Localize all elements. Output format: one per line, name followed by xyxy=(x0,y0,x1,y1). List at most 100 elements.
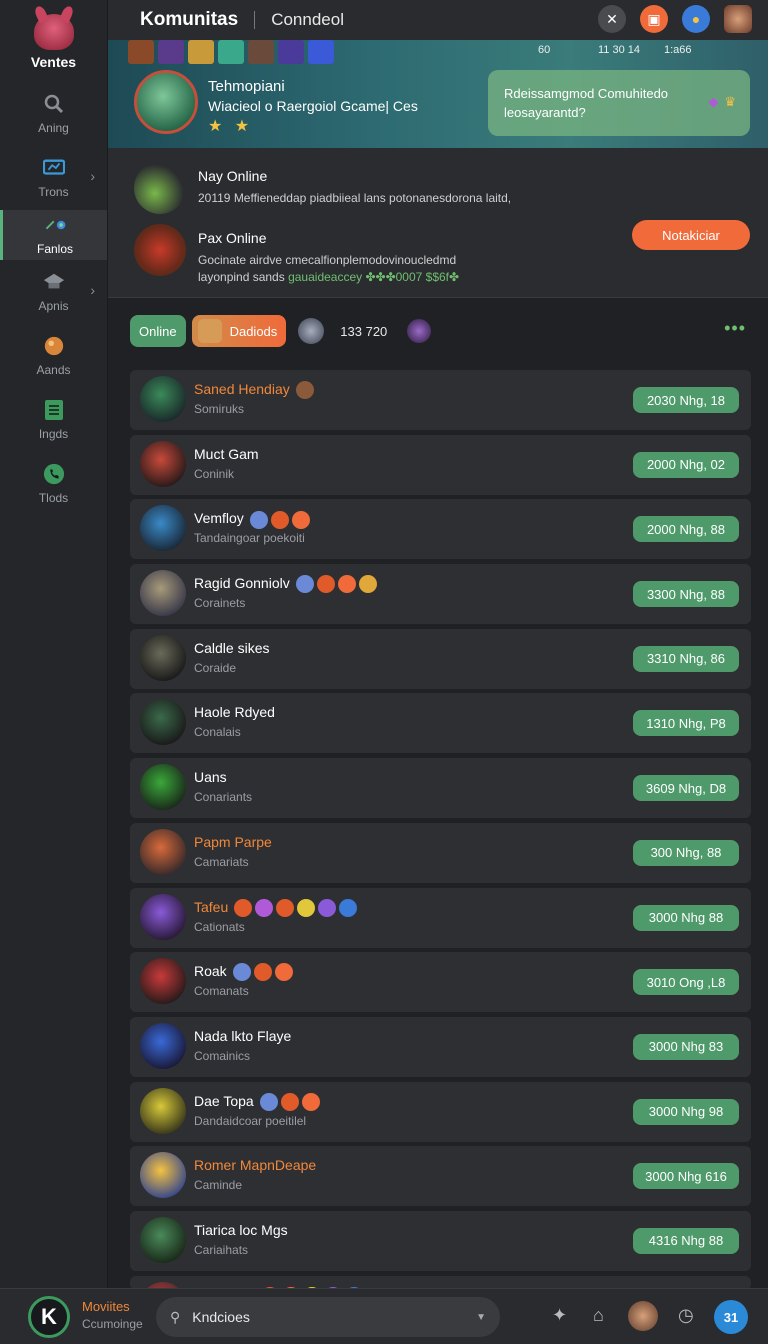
home-icon[interactable]: ⌂ xyxy=(593,1305,604,1326)
profile-avatar[interactable] xyxy=(724,5,752,33)
member-value-pill[interactable]: 2000 Nhg, 02 xyxy=(633,451,739,478)
member-row[interactable]: Saned Hendiay Somiruks 2030 Nhg, 18 xyxy=(130,370,751,430)
member-row[interactable]: Nada lkto Flaye Comainics 3000 Nhg 83 xyxy=(130,1016,751,1077)
close-button[interactable]: ✕ xyxy=(598,5,626,33)
member-avatar[interactable] xyxy=(140,699,186,746)
info-row-2: Pax Online Gocinate airdve cmecalfionple… xyxy=(134,224,459,286)
member-value-pill[interactable]: 2000 Nhg, 88 xyxy=(633,516,739,543)
member-value-pill[interactable]: 3000 Nhg 98 xyxy=(633,1098,739,1125)
item-icon[interactable] xyxy=(218,40,244,64)
member-name-text: Romer MapnDeape xyxy=(194,1157,317,1174)
timer-icon[interactable]: ◷ xyxy=(678,1305,694,1326)
sidebar-item-aning[interactable]: Aning xyxy=(0,82,107,146)
member-row[interactable]: Roak Comanats 3010 Ong ,L8 xyxy=(130,952,751,1013)
item-icon[interactable] xyxy=(188,40,214,64)
member-row[interactable]: Tafeu Cationats 3000 Nhg 88 xyxy=(130,887,751,948)
user-avatar[interactable] xyxy=(628,1301,658,1331)
member-subtitle: Tandaingoar poekoiti xyxy=(194,531,305,546)
profile-avatar-large[interactable] xyxy=(134,70,198,134)
member-row[interactable]: Tiarica loc Mgs Cariaihats 4316 Nhg 88 xyxy=(130,1210,751,1271)
notifications-button[interactable]: ● xyxy=(682,5,710,33)
sword-icon xyxy=(44,214,66,236)
member-row[interactable]: Romer MapnDeape Caminde 3000 Nhg 616 xyxy=(130,1146,751,1207)
member-badges xyxy=(259,1092,320,1111)
search-field[interactable]: ⚲ Kndcioes ▼ xyxy=(156,1297,500,1337)
member-row[interactable]: Ragid Gonniolv Corainets 3300 Nhg, 88 xyxy=(130,564,751,625)
member-value-pill[interactable]: 4316 Nhg 88 xyxy=(633,1227,739,1254)
member-name-text: Uans xyxy=(194,769,227,786)
member-avatar[interactable] xyxy=(140,570,186,617)
sidebar-item-tlods[interactable]: Tlods xyxy=(0,452,107,516)
filter-online[interactable]: Online xyxy=(130,315,186,347)
member-subtitle: Coninik xyxy=(194,466,235,481)
filter-active[interactable]: Dadiods xyxy=(191,315,287,347)
member-value-pill[interactable]: 3000 Nhg 616 xyxy=(633,1163,739,1190)
member-avatar[interactable] xyxy=(140,958,186,1005)
more-options-icon[interactable]: ••• xyxy=(724,318,746,339)
member-value-pill[interactable]: 3010 Ong ,L8 xyxy=(633,969,739,996)
member-avatar[interactable] xyxy=(140,1152,186,1199)
sidebar-item-aands[interactable]: Aands xyxy=(0,324,107,388)
member-row[interactable]: Muct Gam Coninik 2000 Nhg, 02 xyxy=(130,434,751,495)
member-name-text: Roak xyxy=(194,963,227,980)
notify-button[interactable]: Notakiciar xyxy=(632,220,750,250)
sidebar-item-label: Trons xyxy=(38,185,69,199)
item-icon[interactable] xyxy=(278,40,304,64)
chevron-right-icon: › xyxy=(90,282,95,298)
member-name: Saned Hendiay xyxy=(194,381,314,400)
item-icon[interactable] xyxy=(248,40,274,64)
member-avatar[interactable] xyxy=(140,828,186,875)
member-value-pill[interactable]: 3310 Nhg, 86 xyxy=(633,645,739,672)
bubble-icons: ◆ ♛ xyxy=(708,92,736,111)
member-value-pill[interactable]: 300 Nhg, 88 xyxy=(633,839,739,866)
item-icon[interactable] xyxy=(308,40,334,64)
member-avatar[interactable] xyxy=(140,634,186,681)
badge-icon xyxy=(276,898,295,917)
member-value-pill[interactable]: 2030 Nhg, 18 xyxy=(633,387,739,413)
sidebar-item-trons[interactable]: Trons › xyxy=(0,146,107,210)
sidebar-item-apnis[interactable]: Apnis › xyxy=(0,260,107,324)
member-avatar[interactable] xyxy=(140,893,186,940)
info-text-2a: Gocinate airdve cmecalfionplemodovinoucl… xyxy=(198,253,457,267)
member-value-pill[interactable]: 3000 Nhg 83 xyxy=(633,1033,739,1060)
controller-button[interactable]: ▣ xyxy=(640,5,668,33)
member-row[interactable]: Papm Parpe Camariats 300 Nhg, 88 xyxy=(130,822,751,883)
sidebar-item-fanlos[interactable]: Fanlos xyxy=(0,210,107,260)
member-value-pill[interactable]: 3300 Nhg, 88 xyxy=(633,581,739,608)
mask-logo-icon xyxy=(33,14,74,50)
filter-user-avatar[interactable] xyxy=(298,318,325,344)
badge-icon xyxy=(291,510,310,529)
member-avatar[interactable] xyxy=(140,764,186,811)
member-row[interactable]: Dae Topa Dandaidcoar poeitilel 3000 Nhg … xyxy=(130,1081,751,1142)
orb-icon[interactable] xyxy=(407,319,432,343)
member-row[interactable]: Caldle sikes Coraide 3310 Nhg, 86 xyxy=(130,628,751,689)
member-avatar[interactable] xyxy=(140,1022,186,1069)
top-bar: Komunitas Conndeol ✕ ▣ ● xyxy=(108,0,768,40)
filter-bar: Online Dadiods 133 720 ••• xyxy=(108,298,768,364)
member-row[interactable]: Uans Conariants 3609 Nhg, D8 xyxy=(130,758,751,819)
brand-logo[interactable]: Ventes xyxy=(0,0,107,82)
chevron-down-icon[interactable]: ▼ xyxy=(476,1312,486,1323)
member-avatar[interactable] xyxy=(140,440,186,487)
sparkle-icon[interactable]: ✦ xyxy=(552,1305,567,1326)
k-logo[interactable]: K xyxy=(28,1296,70,1338)
item-icon[interactable] xyxy=(158,40,184,64)
notification-count-badge[interactable]: 31 xyxy=(714,1300,748,1334)
member-row[interactable]: Haole Rdyed Conalais 1310 Nhg, P8 xyxy=(130,693,751,754)
member-avatar[interactable] xyxy=(140,1087,186,1134)
member-value-pill[interactable]: 3609 Nhg, D8 xyxy=(633,775,739,802)
message-bubble[interactable]: Rdeissamgmod Comuhitedo leosayarantd? ◆ … xyxy=(488,70,750,136)
item-icon[interactable] xyxy=(128,40,154,64)
info-section: Nay Online 20119 Meffieneddap piadbiieal… xyxy=(108,148,768,298)
member-avatar[interactable] xyxy=(140,505,186,552)
member-row[interactable]: Vemfloy Tandaingoar poekoiti 2000 Nhg, 8… xyxy=(130,499,751,560)
sidebar-item-ingds[interactable]: Ingds xyxy=(0,388,107,452)
filter-avatar-icon xyxy=(197,319,222,343)
badge-icon xyxy=(295,575,314,594)
member-name: Nada lkto Flaye xyxy=(194,1028,297,1044)
member-avatar[interactable] xyxy=(140,376,186,422)
member-value-pill[interactable]: 3000 Nhg 88 xyxy=(633,904,739,931)
member-name: Muct Gam xyxy=(194,446,265,462)
member-avatar[interactable] xyxy=(140,1216,186,1263)
member-value-pill[interactable]: 1310 Nhg, P8 xyxy=(633,710,739,737)
